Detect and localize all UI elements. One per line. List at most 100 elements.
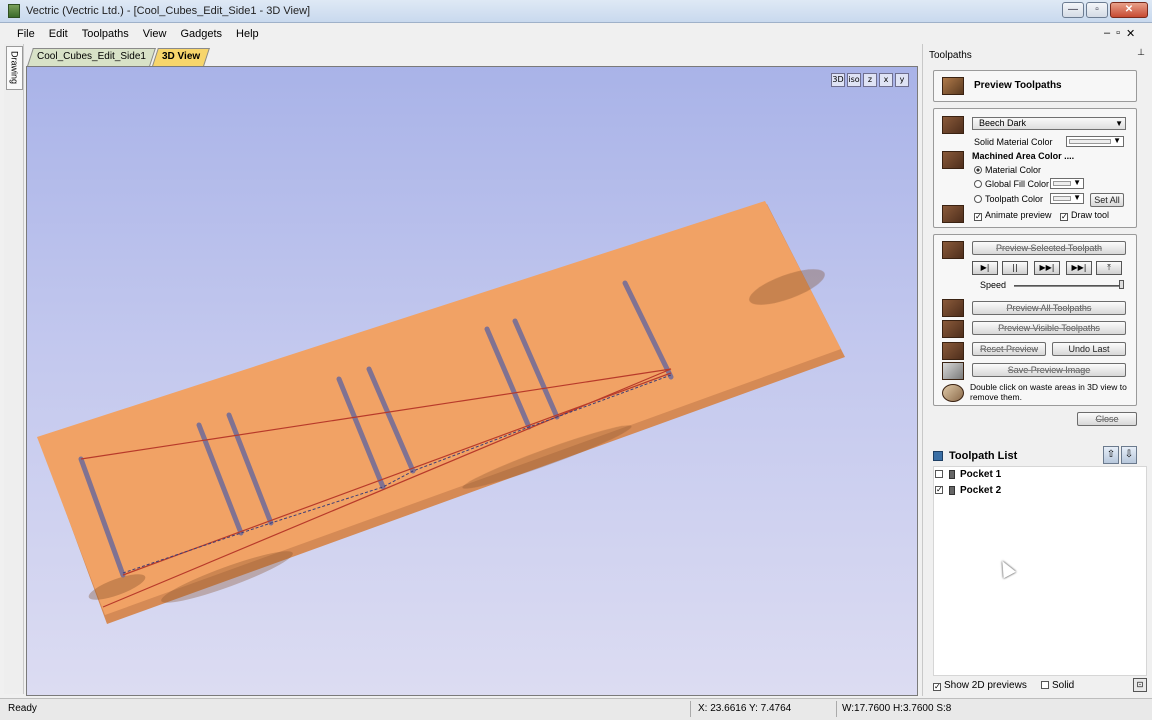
drawing-tab-label: Drawing: [9, 51, 20, 85]
3d-scene: [37, 201, 845, 624]
checkbox-icon: [1041, 681, 1049, 689]
status-coordinates: X: 23.6616 Y: 7.4764: [698, 703, 792, 714]
lock-icon[interactable]: ⊡: [1133, 678, 1147, 692]
move-up-icon[interactable]: ⇧: [1103, 446, 1119, 464]
speed-label: Speed: [980, 280, 1007, 290]
toolpath-color-swatch[interactable]: ▼: [1050, 193, 1084, 204]
chevron-down-icon: ▼: [1115, 119, 1123, 128]
panel-header: Toolpaths ⊥: [929, 47, 1147, 63]
document-tabs: Cool_Cubes_Edit_Side1 3D View: [27, 48, 211, 66]
tab-3d-view[interactable]: 3D View: [152, 48, 211, 66]
menu-file[interactable]: File: [10, 28, 42, 40]
window-title: Vectric (Vectric Ltd.) - [Cool_Cubes_Edi…: [26, 5, 311, 17]
toolpath-item-label: Pocket 2: [960, 484, 1002, 496]
menu-gadgets[interactable]: Gadgets: [173, 28, 229, 40]
doc-close-button[interactable]: ✕: [1126, 27, 1135, 40]
option-material-color-label: Material Color: [985, 165, 1042, 175]
speed-slider[interactable]: [1014, 285, 1124, 287]
drawing-tab[interactable]: Drawing: [6, 46, 23, 90]
reset-preview-icon: [942, 342, 964, 360]
pause-button[interactable]: ||: [1002, 261, 1028, 275]
view-y-icon[interactable]: y: [895, 73, 909, 87]
save-image-icon: [942, 362, 964, 380]
status-separator: [690, 701, 691, 717]
waste-area-hint: Double click on waste areas in 3D view t…: [970, 382, 1127, 402]
hint-icon: [942, 384, 964, 402]
close-button[interactable]: ✕: [1110, 2, 1148, 18]
option-toolpath-color-label: Toolpath Color: [985, 194, 1044, 204]
status-bar: Ready X: 23.6616 Y: 7.4764 W:17.7600 H:3…: [0, 698, 1152, 720]
view-3d-icon[interactable]: 3D: [831, 73, 845, 87]
preview-visible-button[interactable]: Preview Visible Toolpaths: [972, 321, 1126, 335]
minimize-button[interactable]: —: [1062, 2, 1084, 18]
preview-controls-group: Preview Selected Toolpath ▶| || ▶▶| ▶▶| …: [933, 234, 1137, 406]
list-icon: [933, 451, 943, 461]
menu-edit[interactable]: Edit: [42, 28, 75, 40]
machined-area-icon: [942, 151, 964, 169]
title-bar: Vectric (Vectric Ltd.) - [Cool_Cubes_Edi…: [0, 0, 1152, 23]
menu-help[interactable]: Help: [229, 28, 266, 40]
panel-footer: ✓ Show 2D previews Solid ⊡: [933, 678, 1147, 694]
maximize-button[interactable]: ▫: [1086, 2, 1108, 18]
checkbox-icon[interactable]: [935, 470, 943, 478]
doc-restore-button[interactable]: ▫: [1116, 27, 1120, 40]
checkbox-icon: ✓: [1060, 212, 1068, 221]
status-dimensions: W:17.7600 H:3.7600 S:8: [842, 703, 952, 714]
fast-forward-button[interactable]: ▶▶|: [1066, 261, 1092, 275]
show-2d-previews-checkbox[interactable]: ✓ Show 2D previews: [933, 680, 1027, 691]
toolpath-list-title: Toolpath List: [949, 450, 1018, 462]
draw-tool-checkbox[interactable]: ✓ Draw tool: [1060, 210, 1109, 221]
reset-preview-button[interactable]: Reset Preview: [972, 342, 1046, 356]
toolpath-item-label: Pocket 1: [960, 468, 1002, 480]
solid-material-swatch[interactable]: ▼: [1066, 136, 1124, 147]
undo-last-button[interactable]: Undo Last: [1052, 342, 1126, 356]
global-fill-swatch[interactable]: ▼: [1050, 178, 1084, 189]
app-icon: [8, 4, 20, 18]
view-iso-icon[interactable]: iso: [847, 73, 861, 87]
menu-view[interactable]: View: [136, 28, 174, 40]
tab-2d-view[interactable]: Cool_Cubes_Edit_Side1: [27, 48, 156, 66]
option-global-fill-color[interactable]: Global Fill Color: [974, 179, 1049, 189]
preview-visible-icon: [942, 320, 964, 338]
close-panel-button[interactable]: Close: [1077, 412, 1137, 426]
machined-area-label: Machined Area Color ....: [972, 151, 1075, 161]
toolpath-icon: [949, 469, 955, 479]
jump-to-top-button[interactable]: ⤒: [1096, 261, 1122, 275]
checkbox-icon[interactable]: ✓: [935, 486, 943, 494]
step-forward-button[interactable]: ▶▶|: [1034, 261, 1060, 275]
menu-bar: File Edit Toolpaths View Gadgets Help: [0, 23, 920, 44]
panel-title: Toolpaths: [929, 49, 972, 61]
material-icon: [942, 116, 964, 134]
preview-selected-button[interactable]: Preview Selected Toolpath: [972, 241, 1126, 255]
toolpath-list-header: Toolpath List ⇧ ⇩: [933, 446, 1147, 466]
doc-minimize-button[interactable]: –: [1104, 27, 1110, 40]
play-to-end-button[interactable]: ▶|: [972, 261, 998, 275]
view-z-icon[interactable]: z: [863, 73, 877, 87]
preview-selected-icon: [942, 241, 964, 259]
save-preview-image-button[interactable]: Save Preview Image: [972, 363, 1126, 377]
preview-all-button[interactable]: Preview All Toolpaths: [972, 301, 1126, 315]
toolpath-item-pocket-2[interactable]: ✓ Pocket 2: [935, 483, 1001, 497]
move-down-icon[interactable]: ⇩: [1121, 446, 1137, 464]
material-dropdown[interactable]: Beech Dark ▼: [972, 117, 1126, 130]
solid-checkbox[interactable]: Solid: [1041, 680, 1074, 691]
view-x-icon[interactable]: x: [879, 73, 893, 87]
radio-icon: [974, 195, 982, 203]
status-ready: Ready: [8, 703, 37, 714]
window-controls: — ▫ ✕: [1062, 2, 1148, 18]
pin-icon[interactable]: ⊥: [1137, 47, 1145, 58]
3d-viewport[interactable]: 3D iso z x y: [26, 66, 918, 696]
animate-icon: [942, 205, 964, 223]
animate-preview-checkbox[interactable]: ✓ Animate preview: [974, 210, 1052, 221]
set-all-button[interactable]: Set All: [1090, 193, 1124, 207]
option-material-color[interactable]: Material Color: [974, 165, 1041, 175]
speed-slider-thumb[interactable]: [1119, 280, 1124, 289]
preview-all-icon: [942, 299, 964, 317]
preview-title-group: Preview Toolpaths: [933, 70, 1137, 102]
option-toolpath-color[interactable]: Toolpath Color: [974, 194, 1043, 204]
checkbox-icon: ✓: [974, 212, 982, 221]
menu-toolpaths[interactable]: Toolpaths: [75, 28, 136, 40]
preview-toolpaths-title: Preview Toolpaths: [974, 80, 1062, 91]
solid-label: Solid: [1052, 680, 1075, 691]
toolpath-item-pocket-1[interactable]: Pocket 1: [935, 467, 1001, 481]
